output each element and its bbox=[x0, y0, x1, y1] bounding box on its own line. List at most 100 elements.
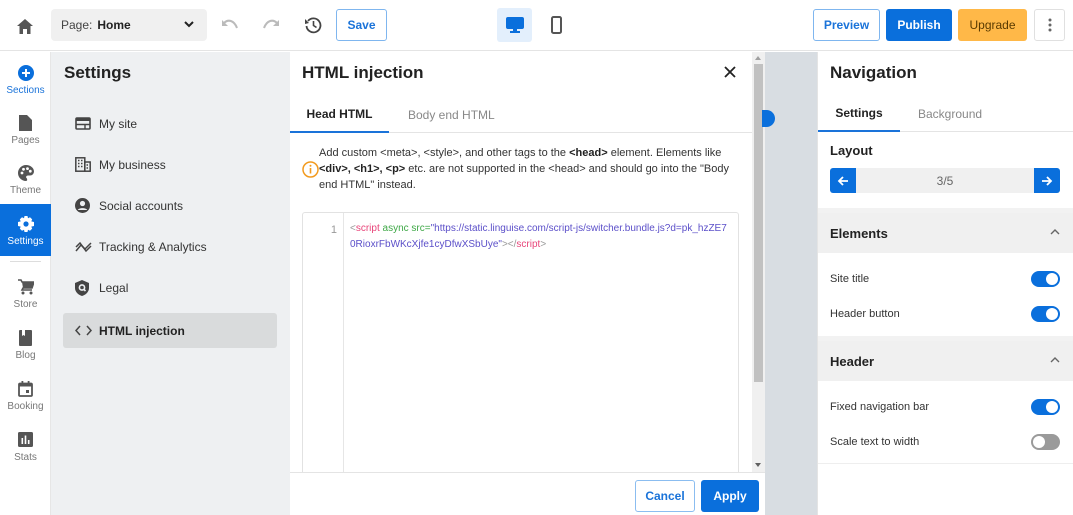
line-gutter: 1 bbox=[303, 213, 344, 472]
arrow-right-icon bbox=[1042, 175, 1053, 186]
analytics-icon bbox=[75, 241, 92, 252]
fixed-navigation-bar-toggle[interactable] bbox=[1031, 399, 1060, 415]
settings-item-legal[interactable]: Legal bbox=[63, 270, 277, 305]
code-editor[interactable]: 1 <script async src="https://static.ling… bbox=[302, 212, 739, 472]
settings-item-my-business[interactable]: My business bbox=[63, 147, 277, 182]
layout-prev-button[interactable] bbox=[830, 168, 856, 193]
tab-head-html[interactable]: Head HTML bbox=[290, 96, 389, 133]
tab-body-end-html[interactable]: Body end HTML bbox=[408, 96, 495, 133]
desktop-icon bbox=[505, 17, 524, 33]
rail-item-blog[interactable]: Blog bbox=[0, 319, 51, 369]
settings-item-label: Legal bbox=[99, 280, 129, 295]
toggle-row-fixed-navigation-bar: Fixed navigation bar bbox=[830, 396, 1060, 418]
toggle-row-scale-text-to-width: Scale text to width bbox=[830, 431, 1060, 453]
group-title: Header bbox=[830, 353, 875, 369]
rail-item-settings[interactable]: Settings bbox=[0, 204, 51, 256]
rail-item-pages[interactable]: Pages bbox=[0, 104, 51, 154]
stats-icon bbox=[18, 432, 33, 447]
rail-item-booking[interactable]: Booking bbox=[0, 370, 51, 420]
undo-icon bbox=[222, 19, 238, 29]
rail-label: Theme bbox=[9, 184, 42, 196]
settings-item-label: Tracking & Analytics bbox=[99, 239, 207, 254]
group-title: Elements bbox=[830, 225, 888, 241]
rail-item-theme[interactable]: Theme bbox=[0, 154, 51, 204]
page-select[interactable]: Page: Home bbox=[51, 9, 207, 41]
settings-item-label: My site bbox=[99, 116, 138, 131]
scroll-up-arrow[interactable] bbox=[755, 56, 761, 60]
scroll-down-arrow[interactable] bbox=[755, 463, 761, 467]
tab-settings[interactable]: Settings bbox=[818, 96, 900, 132]
html-injection-modal: HTML injection Head HTML Body end HTML A… bbox=[290, 52, 765, 515]
modal-tabs: Head HTML Body end HTML bbox=[290, 96, 752, 133]
group-header-header[interactable]: Header bbox=[818, 341, 1073, 381]
preview-button[interactable]: Preview bbox=[813, 9, 880, 41]
rail-item-sections[interactable]: Sections bbox=[0, 54, 51, 104]
info-notice: Add custom <meta>, <style>, and other ta… bbox=[302, 145, 742, 193]
navigation-panel: Navigation Settings Background Layout 3/… bbox=[817, 52, 1073, 515]
home-icon bbox=[17, 18, 33, 34]
undo-button[interactable] bbox=[218, 13, 242, 37]
navigation-tabs: Settings Background bbox=[818, 96, 1073, 132]
toggle-row-site-title: Site title bbox=[830, 268, 1060, 290]
modal-title: HTML injection bbox=[302, 63, 424, 82]
redo-icon bbox=[263, 19, 279, 29]
settings-item-tracking-analytics[interactable]: Tracking & Analytics bbox=[63, 229, 277, 264]
panel-divider bbox=[818, 463, 1073, 464]
redo-button[interactable] bbox=[259, 13, 283, 37]
chevron-up-icon bbox=[1050, 357, 1060, 363]
rail-divider bbox=[10, 261, 41, 262]
header-button-toggle[interactable] bbox=[1031, 306, 1060, 322]
site-title-toggle[interactable] bbox=[1031, 271, 1060, 287]
info-text: Add custom <meta>, <style>, and other ta… bbox=[319, 147, 729, 191]
home-button[interactable] bbox=[12, 13, 38, 39]
more-options-button[interactable] bbox=[1034, 9, 1065, 41]
canvas-handle[interactable] bbox=[762, 110, 775, 127]
left-icon-rail: Sections Pages Theme Settings Store Blog… bbox=[0, 52, 51, 515]
navigation-title: Navigation bbox=[830, 63, 917, 82]
code-content[interactable]: <script async src="https://static.lingui… bbox=[350, 221, 730, 253]
desktop-view-button[interactable] bbox=[497, 8, 532, 42]
rail-label: Pages bbox=[11, 134, 40, 146]
history-button[interactable] bbox=[300, 12, 326, 38]
info-icon bbox=[302, 161, 319, 178]
calendar-icon bbox=[18, 380, 33, 397]
cancel-button[interactable]: Cancel bbox=[635, 480, 695, 512]
settings-item-label: My business bbox=[99, 157, 166, 172]
page-icon bbox=[19, 114, 32, 131]
settings-item-my-site[interactable]: My site bbox=[63, 106, 277, 141]
rail-label: Settings bbox=[7, 235, 44, 247]
close-icon bbox=[724, 66, 736, 78]
chevron-down-icon bbox=[184, 21, 194, 28]
mobile-view-button[interactable] bbox=[544, 12, 568, 38]
toggle-row-header-button: Header button bbox=[830, 303, 1060, 325]
upgrade-button[interactable]: Upgrade bbox=[958, 9, 1027, 41]
rail-label: Sections bbox=[6, 84, 45, 96]
modal-footer: Cancel Apply bbox=[290, 472, 765, 515]
rail-label: Stats bbox=[14, 451, 37, 463]
rail-item-stats[interactable]: Stats bbox=[0, 421, 51, 471]
scale-text-to-width-toggle[interactable] bbox=[1031, 434, 1060, 450]
rail-item-store[interactable]: Store bbox=[0, 268, 51, 318]
site-icon bbox=[75, 117, 91, 130]
close-button[interactable] bbox=[720, 62, 740, 82]
palette-icon bbox=[17, 164, 34, 181]
settings-panel: Settings My site My business Social acco… bbox=[51, 52, 290, 515]
apply-button[interactable]: Apply bbox=[701, 480, 759, 512]
settings-title: Settings bbox=[64, 63, 132, 82]
group-header-elements[interactable]: Elements bbox=[818, 213, 1073, 253]
layout-next-button[interactable] bbox=[1034, 168, 1060, 193]
rail-label: Blog bbox=[15, 349, 36, 361]
toggle-label: Header button bbox=[830, 308, 900, 320]
more-vertical-icon bbox=[1048, 18, 1051, 32]
settings-item-social-accounts[interactable]: Social accounts bbox=[63, 188, 277, 223]
settings-item-html-injection[interactable]: HTML injection bbox=[63, 313, 277, 348]
account-icon bbox=[75, 198, 90, 213]
publish-button[interactable]: Publish bbox=[886, 9, 952, 41]
arrow-left-icon bbox=[837, 175, 848, 186]
save-button[interactable]: Save bbox=[336, 9, 387, 41]
page-canvas[interactable] bbox=[762, 52, 817, 515]
shield-icon bbox=[75, 279, 89, 296]
code-icon bbox=[75, 325, 92, 336]
building-icon bbox=[75, 157, 91, 172]
tab-background[interactable]: Background bbox=[918, 96, 982, 132]
